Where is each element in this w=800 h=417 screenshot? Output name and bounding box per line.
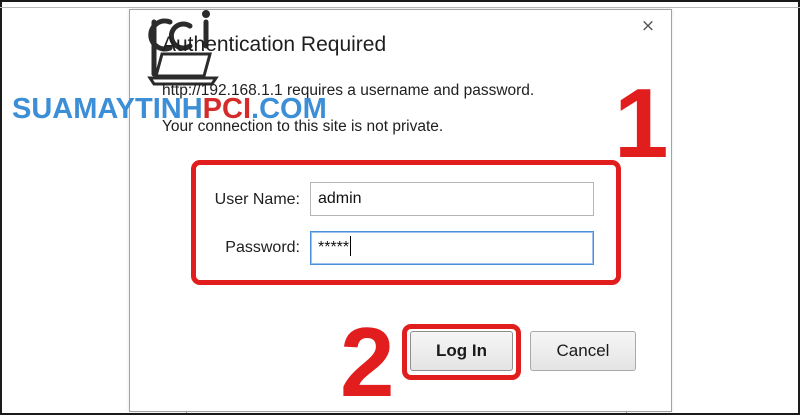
watermark-accent: PCI [202, 93, 252, 125]
watermark-suffix: .COM [251, 93, 327, 125]
step-1-marker: 1 [614, 68, 669, 178]
site-watermark: SUAMAYTINHPCI.COM [12, 93, 327, 126]
credentials-highlight-box [191, 160, 621, 285]
step-2-marker: 2 [340, 307, 395, 417]
cancel-button[interactable]: Cancel [530, 331, 636, 371]
close-icon[interactable]: × [637, 15, 659, 37]
background-window-edge [0, 7, 800, 8]
login-highlight-box [402, 324, 521, 380]
dialog-title: Authentication Required [162, 33, 387, 56]
watermark-main: SUAMAYTINH [12, 93, 203, 125]
